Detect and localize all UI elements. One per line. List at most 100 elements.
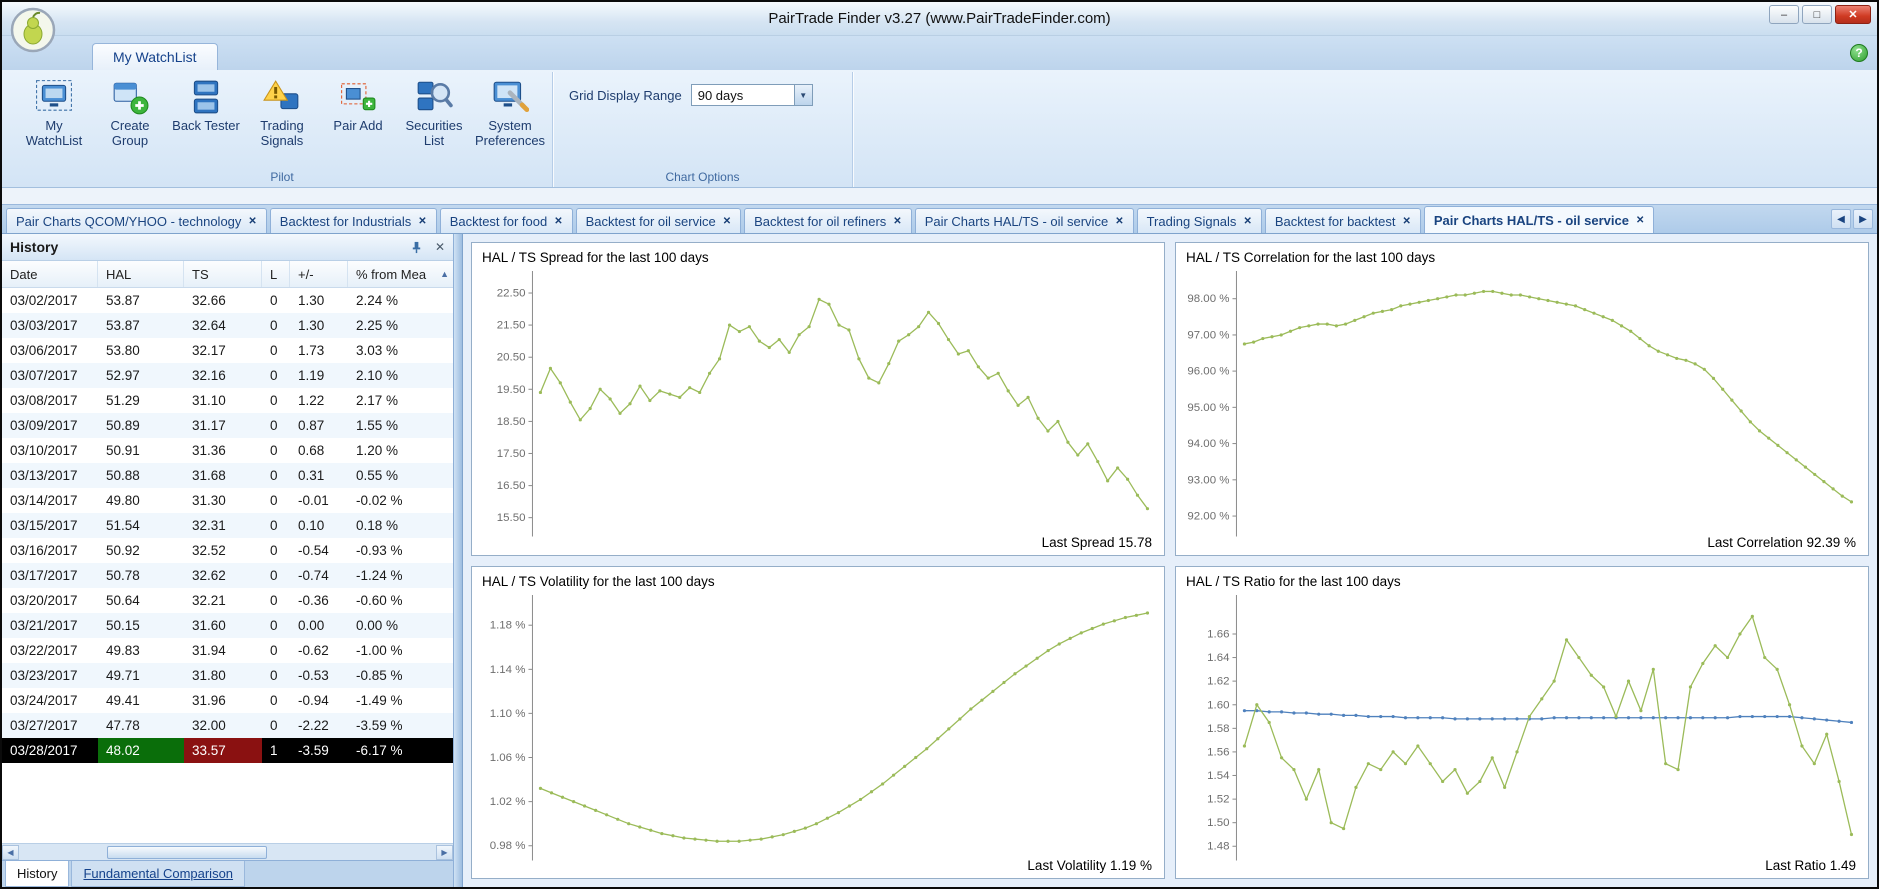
bottom-tab-fundamental-comparison[interactable]: Fundamental Comparison (71, 861, 245, 887)
panel-close-icon[interactable]: ✕ (435, 240, 445, 254)
y-tick-label: 94.00 % (1187, 438, 1229, 450)
help-button[interactable]: ? (1850, 44, 1868, 62)
column-header-plusminus[interactable]: +/- (290, 261, 348, 287)
history-panel: History ✕ Date HAL TS L (2, 234, 454, 887)
grid-display-range-label: Grid Display Range (569, 88, 682, 103)
tab-close-icon[interactable]: ✕ (893, 216, 901, 227)
table-cell: 47.78 (98, 713, 184, 738)
tab-close-icon[interactable]: ✕ (418, 216, 426, 227)
tab-close-icon[interactable]: ✕ (1115, 216, 1123, 227)
table-row[interactable]: 03/24/201749.4131.960-0.94-1.49 % (2, 688, 453, 713)
tab-close-icon[interactable]: ✕ (1636, 215, 1644, 226)
table-cell: 03/03/2017 (2, 313, 98, 338)
app-logo-icon[interactable] (10, 7, 56, 53)
pair-add-button[interactable]: Pair Add (320, 72, 396, 135)
doc-tab-label: Trading Signals (1147, 214, 1237, 229)
table-row[interactable]: 03/23/201749.7131.800-0.53-0.85 % (2, 663, 453, 688)
close-button[interactable]: ✕ (1835, 5, 1871, 24)
scrollbar-thumb[interactable] (107, 846, 267, 859)
history-table-header: Date HAL TS L +/- % from Mea ▲ (2, 261, 453, 288)
correlation-chart: 98.00 %97.00 %96.00 %95.00 %94.00 %93.00… (1176, 243, 1868, 555)
column-header-date[interactable]: Date (2, 261, 98, 287)
panel-splitter[interactable] (454, 234, 463, 887)
table-row[interactable]: 03/21/201750.1531.6000.000.00 % (2, 613, 453, 638)
table-cell: 50.15 (98, 613, 184, 638)
column-header-ts[interactable]: TS (184, 261, 262, 287)
tab-close-icon[interactable]: ✕ (723, 216, 731, 227)
doc-tab[interactable]: Backtest for Industrials✕ (270, 208, 437, 233)
table-row[interactable]: 03/27/201747.7832.000-2.22-3.59 % (2, 713, 453, 738)
table-row[interactable]: 03/08/201751.2931.1001.222.17 % (2, 388, 453, 413)
table-row[interactable]: 03/07/201752.9732.1601.192.10 % (2, 363, 453, 388)
table-row[interactable]: 03/02/201753.8732.6601.302.24 % (2, 288, 453, 313)
table-row[interactable]: 03/15/201751.5432.3100.100.18 % (2, 513, 453, 538)
y-tick-label: 1.18 % (490, 619, 526, 631)
table-cell: -6.17 % (348, 738, 453, 763)
tab-scroll-right-icon[interactable]: ▶ (1853, 209, 1873, 229)
my-watchlist-button[interactable]: My WatchList (16, 72, 92, 149)
doc-tab-label: Backtest for oil refiners (754, 214, 886, 229)
doc-tab[interactable]: Backtest for oil refiners ✕ (744, 208, 912, 233)
back-tester-icon (187, 78, 225, 116)
chart-footer: Last Spread 15.78 (1042, 535, 1152, 550)
create-group-button[interactable]: Create Group (92, 72, 168, 149)
ribbon-tab-my-watchlist[interactable]: My WatchList (92, 43, 218, 70)
sort-asc-icon[interactable]: ▲ (440, 269, 449, 279)
system-preferences-button[interactable]: System Preferences (472, 72, 548, 149)
doc-tab-label: Backtest for backtest (1275, 214, 1396, 229)
chevron-down-icon[interactable]: ▼ (794, 85, 812, 105)
minimize-button[interactable]: – (1769, 5, 1799, 24)
table-row[interactable]: 03/06/201753.8032.1701.733.03 % (2, 338, 453, 363)
scroll-left-icon[interactable]: ◀ (2, 845, 19, 860)
table-cell: 1.20 % (348, 438, 453, 463)
table-cell: 31.96 (184, 688, 262, 713)
table-row[interactable]: 03/10/201750.9131.3600.681.20 % (2, 438, 453, 463)
table-cell: 33.57 (184, 738, 262, 763)
doc-tab[interactable]: Pair Charts HAL/TS - oil service✕ (1424, 206, 1654, 233)
column-header-pct-from-mean[interactable]: % from Mea ▲ (348, 261, 453, 287)
table-cell: -1.24 % (348, 563, 453, 588)
tab-close-icon[interactable]: ✕ (1403, 216, 1411, 227)
table-row[interactable]: 03/20/201750.6432.210-0.36-0.60 % (2, 588, 453, 613)
doc-tab[interactable]: Backtest for backtest ✕ (1265, 208, 1421, 233)
y-tick-label: 1.48 (1207, 840, 1229, 852)
maximize-button[interactable]: □ (1802, 5, 1832, 24)
table-row[interactable]: 03/22/201749.8331.940-0.62-1.00 % (2, 638, 453, 663)
doc-tab[interactable]: Pair Charts QCOM/YHOO - technology✕ (6, 208, 267, 233)
table-row[interactable]: 03/17/201750.7832.620-0.74-1.24 % (2, 563, 453, 588)
table-cell: 32.00 (184, 713, 262, 738)
scroll-right-icon[interactable]: ▶ (436, 845, 453, 860)
chart-title: HAL / TS Volatility for the last 100 day… (482, 574, 715, 589)
doc-tabs: Pair Charts QCOM/YHOO - technology✕Backt… (6, 206, 1654, 233)
pin-icon[interactable] (410, 241, 423, 254)
column-header-hal[interactable]: HAL (98, 261, 184, 287)
y-tick-label: 1.64 (1207, 652, 1230, 664)
table-row[interactable]: 03/09/201750.8931.1700.871.55 % (2, 413, 453, 438)
chart-title: HAL / TS Ratio for the last 100 days (1186, 574, 1401, 589)
doc-tab[interactable]: Backtest for oil service✕ (576, 208, 741, 233)
doc-tab[interactable]: Pair Charts HAL/TS - oil service✕ (915, 208, 1134, 233)
doc-tab[interactable]: Backtest for food✕ (440, 208, 573, 233)
table-row[interactable]: 03/13/201750.8831.6800.310.55 % (2, 463, 453, 488)
table-row[interactable]: 03/16/201750.9232.520-0.54-0.93 % (2, 538, 453, 563)
table-cell: 32.52 (184, 538, 262, 563)
horizontal-scrollbar[interactable]: ◀ ▶ (2, 843, 453, 860)
table-cell: 0.18 % (348, 513, 453, 538)
grid-display-range-select[interactable]: 90 days ▼ (691, 84, 813, 106)
tab-scroll-left-icon[interactable]: ◀ (1831, 209, 1851, 229)
trading-signals-button[interactable]: Trading Signals (244, 72, 320, 149)
column-header-l[interactable]: L (262, 261, 290, 287)
table-row[interactable]: 03/14/201749.8031.300-0.01-0.02 % (2, 488, 453, 513)
table-row[interactable]: 03/03/201753.8732.6401.302.25 % (2, 313, 453, 338)
tab-close-icon[interactable]: ✕ (248, 216, 256, 227)
bottom-tab-history[interactable]: History (5, 861, 69, 887)
doc-tab[interactable]: Trading Signals ✕ (1137, 208, 1262, 233)
chart-panel-spread: HAL / TS Spread for the last 100 days 22… (471, 242, 1165, 556)
tab-close-icon[interactable]: ✕ (554, 216, 562, 227)
tab-close-icon[interactable]: ✕ (1243, 216, 1251, 227)
securities-list-button[interactable]: Securities List (396, 72, 472, 149)
table-cell: 0 (262, 463, 290, 488)
table-cell: 52.97 (98, 363, 184, 388)
back-tester-button[interactable]: Back Tester (168, 72, 244, 135)
table-row[interactable]: 03/28/201748.0233.571-3.59-6.17 % (2, 738, 453, 763)
